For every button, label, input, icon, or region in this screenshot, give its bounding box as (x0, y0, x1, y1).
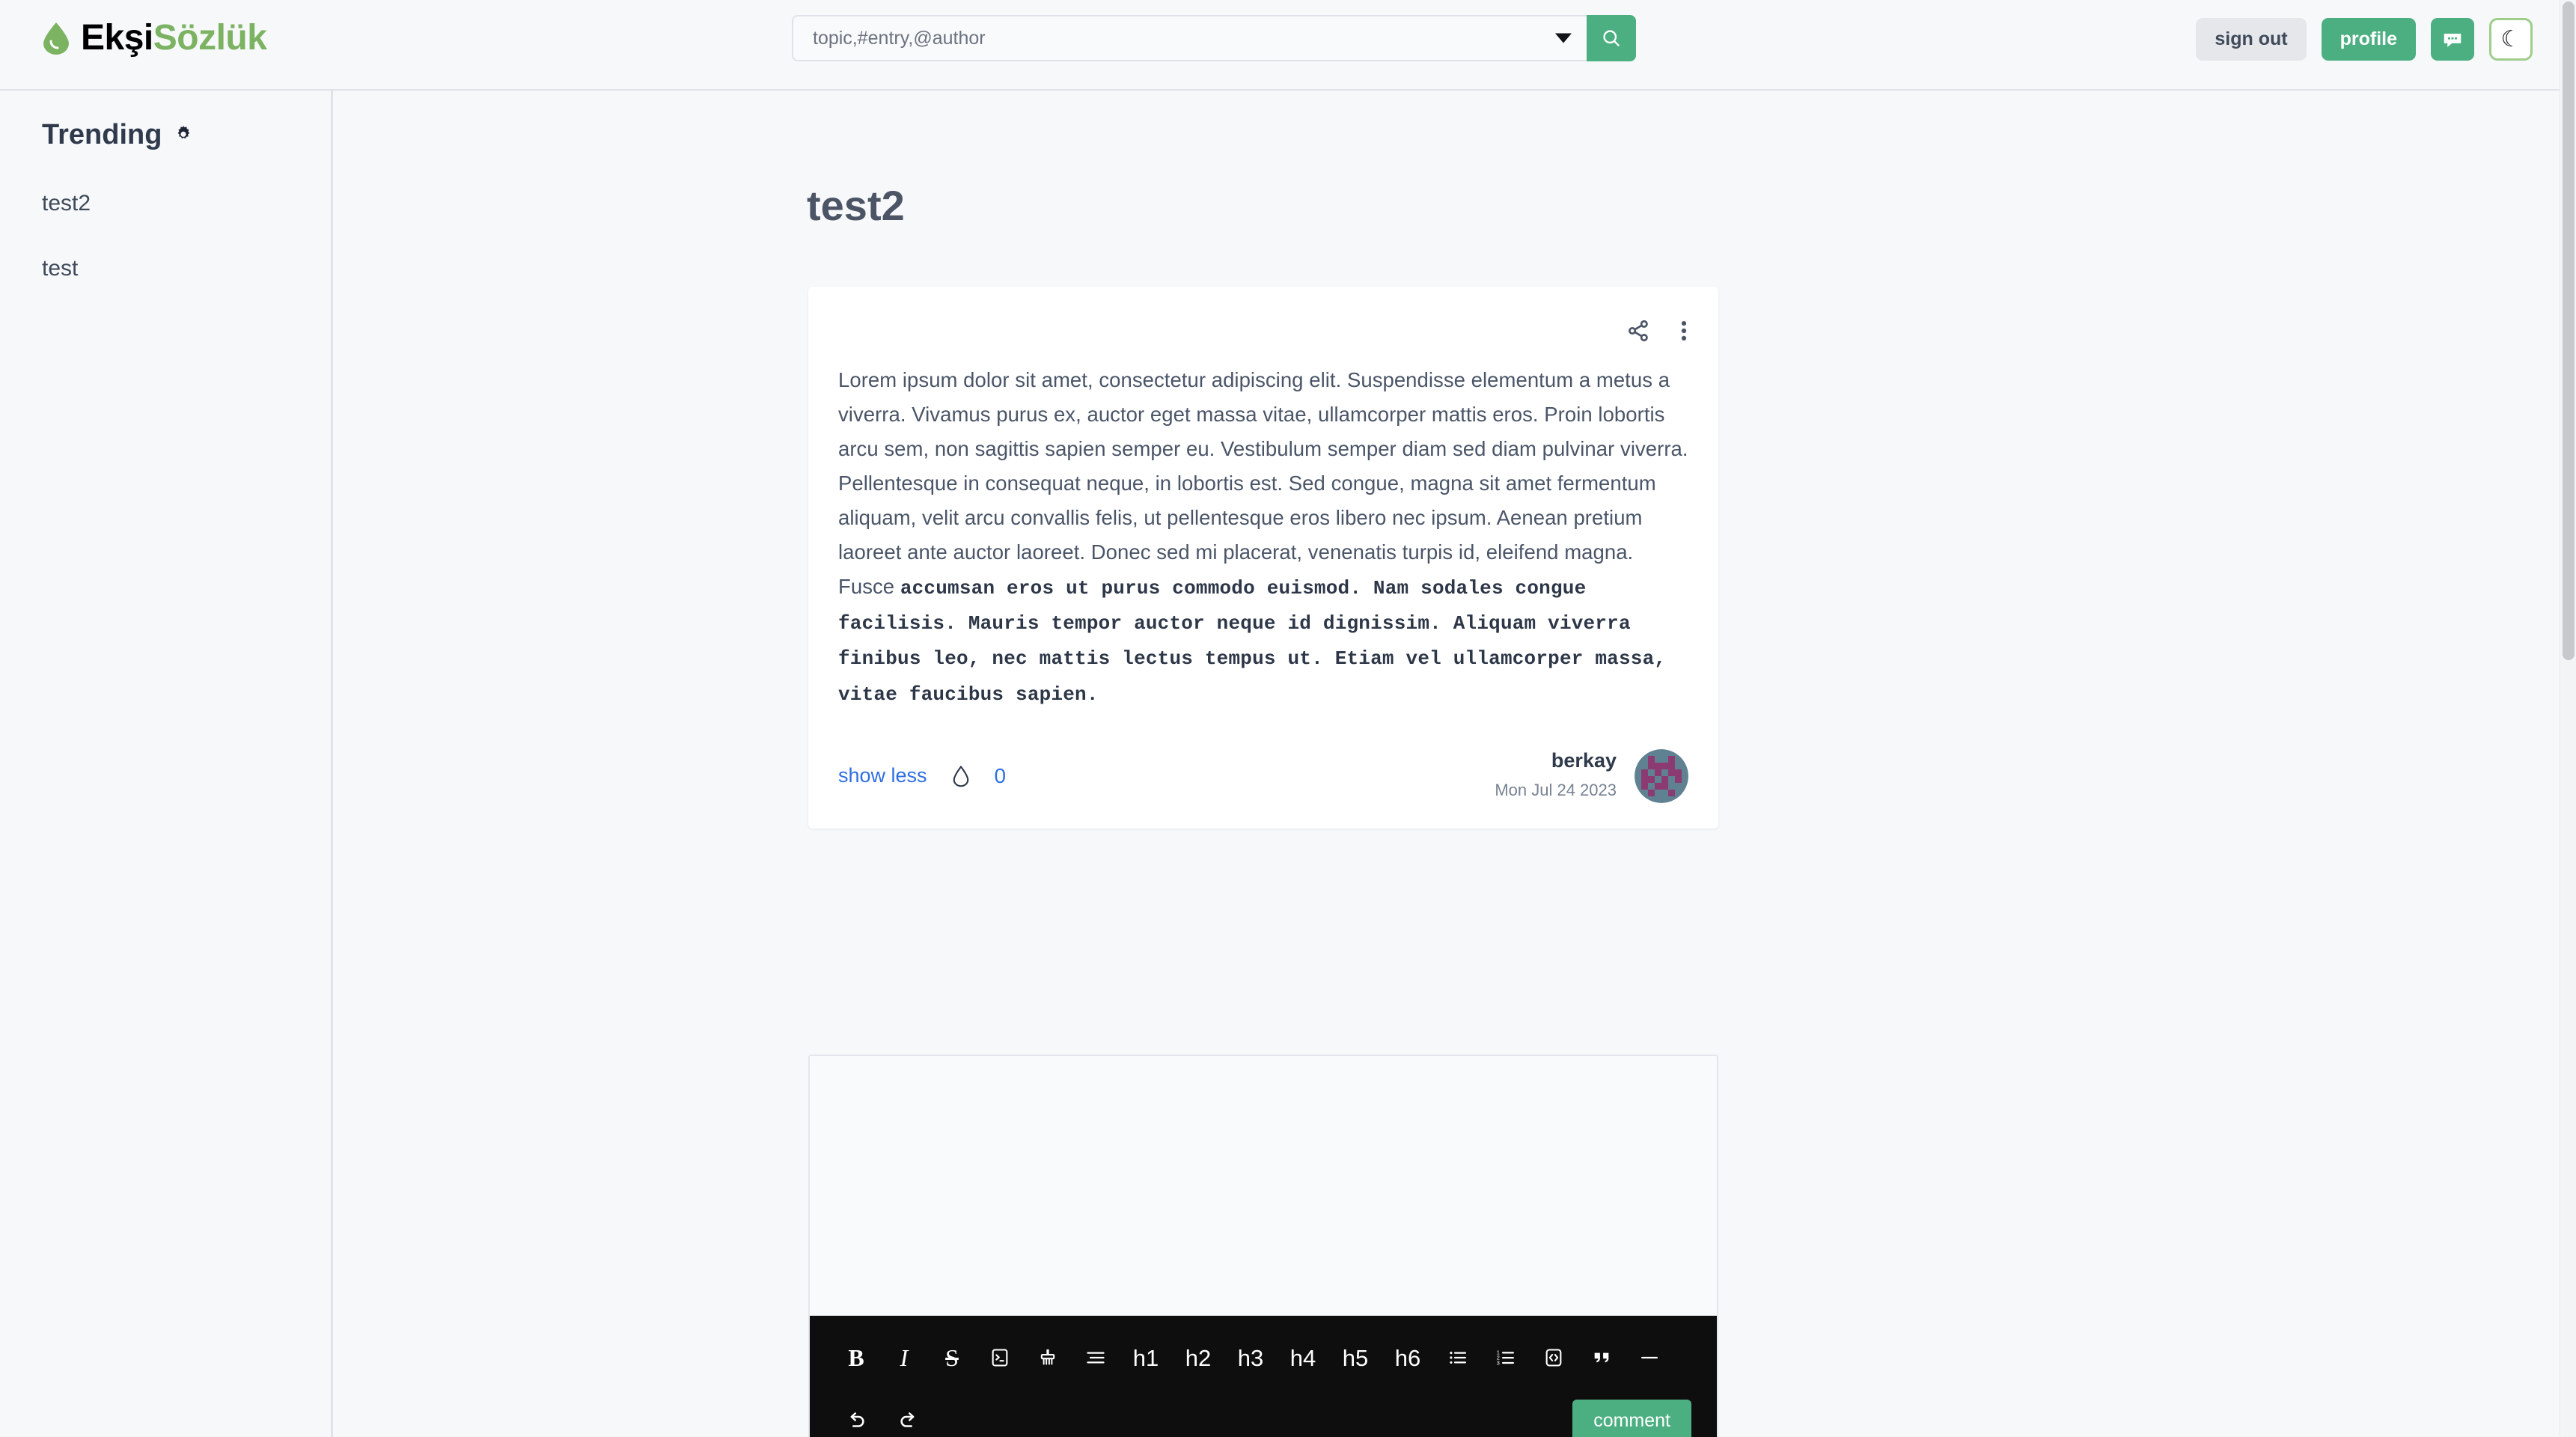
paragraph-icon (1087, 1352, 1105, 1364)
search-icon (1603, 30, 1620, 46)
editor-toolbar-row-actions: comment (832, 1395, 1694, 1437)
sign-out-button[interactable]: sign out (2196, 18, 2307, 61)
inline-code-icon (992, 1349, 1008, 1367)
page-scrollbar[interactable] (2560, 0, 2576, 1437)
author-name[interactable]: berkay (1495, 748, 1617, 774)
inline-code-button[interactable] (976, 1336, 1024, 1379)
entry-toolbar (838, 318, 1688, 344)
show-less-link[interactable]: show less (838, 764, 927, 787)
heading-1-button[interactable]: h1 (1120, 1336, 1172, 1379)
entry-card: Lorem ipsum dolor sit amet, consectetur … (808, 287, 1718, 829)
brand-second: Sözlük (153, 18, 267, 58)
droplet-icon[interactable] (951, 765, 971, 787)
history-controls (832, 1399, 933, 1437)
brand-wordmark: EkşiSözlük (81, 18, 267, 58)
share-icon[interactable] (1626, 318, 1651, 344)
editor-toolbar: B I S h1 h2 h3 h4 h5 h6 1 2 3 comment (810, 1316, 1717, 1437)
entry-text-mono: accumsan eros ut purus commodo euismod. … (838, 576, 1667, 706)
favorite-count: 0 (994, 763, 1007, 787)
blockquote-button[interactable] (1578, 1336, 1626, 1379)
search-input[interactable] (793, 16, 1587, 60)
italic-button[interactable]: I (880, 1336, 928, 1379)
heading-3-button[interactable]: h3 (1224, 1336, 1277, 1379)
undo-icon (850, 1412, 864, 1427)
dark-mode-toggle[interactable]: ☾ (2489, 18, 2533, 61)
entry-date: Mon Jul 24 2023 (1495, 780, 1617, 799)
avatar[interactable] (1635, 748, 1688, 803)
svg-text:3: 3 (1497, 1359, 1500, 1366)
entry-footer-left: show less 0 (838, 764, 1006, 788)
search-field (792, 15, 1587, 61)
more-vertical-icon[interactable] (1679, 318, 1688, 344)
page-title: test2 (807, 182, 905, 229)
entry-text-plain: Lorem ipsum dolor sit amet, consectetur … (838, 368, 1688, 598)
sidebar-header: Trending (42, 120, 331, 149)
editor-toolbar-row-format: B I S h1 h2 h3 h4 h5 h6 1 2 3 (832, 1332, 1694, 1383)
sidebar: Trending test2 test (0, 91, 333, 1437)
search-bar (792, 15, 1636, 61)
chat-bubble-icon (2444, 33, 2461, 47)
scrollbar-thumb[interactable] (2563, 1, 2575, 660)
strikethrough-button[interactable]: S (928, 1336, 976, 1379)
heading-4-button[interactable]: h4 (1277, 1336, 1329, 1379)
clear-format-brush-icon (1040, 1349, 1055, 1365)
bold-button[interactable]: B (832, 1336, 880, 1379)
code-block-icon (1545, 1349, 1562, 1367)
clear-format-button[interactable] (1024, 1336, 1072, 1379)
profile-button[interactable]: profile (2321, 18, 2416, 61)
moon-icon: ☾ (2500, 26, 2521, 52)
bullet-list-button[interactable] (1434, 1336, 1482, 1379)
header-actions: sign out profile ☾ (2196, 18, 2533, 61)
heading-6-button[interactable]: h6 (1382, 1336, 1434, 1379)
search-button[interactable] (1587, 15, 1636, 61)
entry-author-block: berkay Mon Jul 24 2023 (1495, 748, 1688, 803)
main-content: test2 Lorem ipsum dolor sit amet, consec… (335, 91, 2560, 1437)
bullet-list-icon (1450, 1352, 1467, 1364)
top-header: EkşiSözlük sign out profile (0, 0, 2560, 91)
brand-first: Ekşi (81, 18, 153, 58)
redo-icon (900, 1412, 915, 1427)
site-logo[interactable]: EkşiSözlük (42, 18, 267, 58)
author-meta: berkay Mon Jul 24 2023 (1495, 748, 1617, 803)
sidebar-title: Trending (42, 119, 162, 150)
comment-editor: B I S h1 h2 h3 h4 h5 h6 1 2 3 comment (808, 1055, 1718, 1437)
horizontal-rule-icon (1640, 1356, 1658, 1359)
droplet-logo-icon (43, 22, 69, 55)
undo-button[interactable] (832, 1399, 880, 1437)
messages-button[interactable] (2431, 18, 2474, 61)
redo-button[interactable] (885, 1399, 933, 1437)
horizontal-rule-button[interactable] (1626, 1336, 1673, 1379)
sidebar-item-test[interactable]: test (42, 257, 331, 280)
comment-textarea[interactable] (810, 1056, 1717, 1316)
ordered-list-button[interactable]: 1 2 3 (1482, 1336, 1530, 1379)
code-block-button[interactable] (1530, 1336, 1578, 1379)
heading-2-button[interactable]: h2 (1172, 1336, 1224, 1379)
comment-submit-button[interactable]: comment (1572, 1400, 1691, 1437)
entry-text: Lorem ipsum dolor sit amet, consectetur … (838, 363, 1688, 711)
gear-icon[interactable] (174, 125, 193, 144)
ordered-list-icon: 1 2 3 (1497, 1349, 1515, 1366)
sidebar-item-test2[interactable]: test2 (42, 192, 331, 215)
blockquote-icon (1594, 1352, 1609, 1363)
app-root: EkşiSözlük sign out profile (0, 0, 2576, 1437)
paragraph-button[interactable] (1072, 1336, 1120, 1379)
heading-5-button[interactable]: h5 (1329, 1336, 1382, 1379)
entry-footer: show less 0 berkay Mon Jul 24 2023 (838, 748, 1688, 803)
chevron-down-icon[interactable] (1555, 33, 1572, 43)
